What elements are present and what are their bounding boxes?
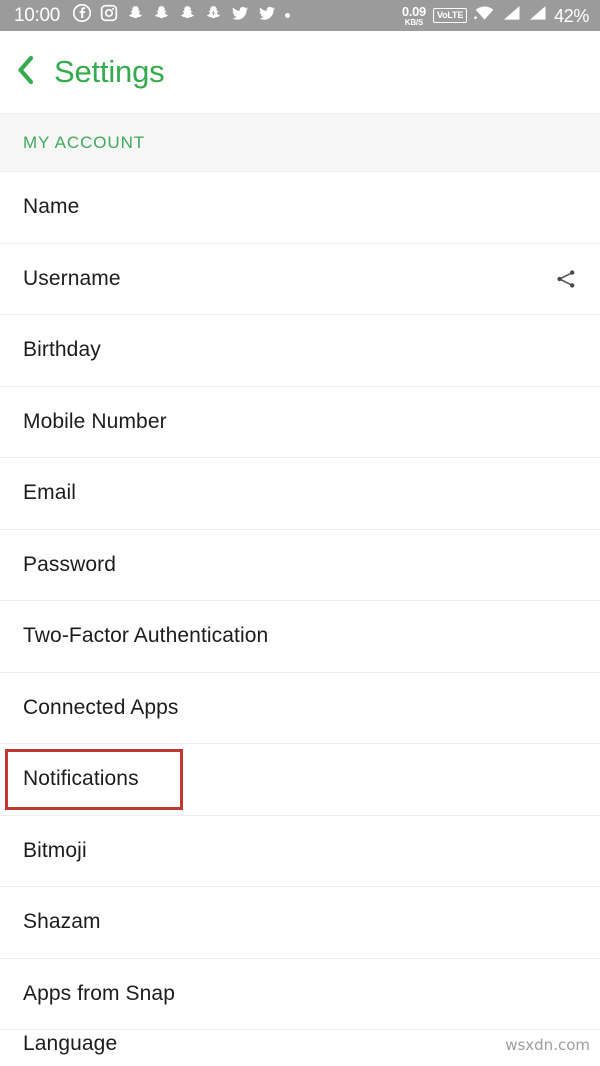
row-label: Shazam	[23, 910, 101, 934]
settings-row-apps-from-snap[interactable]: Apps from Snap	[0, 958, 600, 1030]
row-label: Connected Apps	[23, 695, 179, 719]
snapchat-ghost-icon	[153, 4, 170, 27]
notification-icons	[72, 3, 291, 27]
settings-row-birthday[interactable]: Birthday	[0, 315, 600, 387]
row-label: Bitmoji	[23, 838, 87, 862]
nav-header: Settings	[0, 31, 600, 113]
more-dot-icon	[285, 13, 291, 18]
section-header-my-account: MY ACCOUNT	[0, 113, 600, 172]
chevron-left-icon	[14, 54, 36, 91]
settings-screen: 10:00 0.09 KB/S VoLTE 42% Settings MY AC…	[0, 0, 600, 1066]
settings-row-password[interactable]: Password	[0, 529, 600, 601]
wifi-icon	[474, 5, 495, 26]
network-speed-indicator: 0.09 KB/S	[402, 5, 426, 27]
row-label: Name	[23, 195, 80, 219]
row-label: Notifications	[23, 767, 139, 791]
volte-badge: VoLTE	[433, 8, 468, 23]
watermark: wsxdn.com	[505, 1036, 590, 1054]
settings-row-shazam[interactable]: Shazam	[0, 887, 600, 959]
settings-row-two-factor-authentication[interactable]: Two-Factor Authentication	[0, 601, 600, 673]
facebook-icon	[72, 3, 92, 27]
snapchat-bolt-icon	[205, 4, 222, 27]
row-label: Password	[23, 552, 117, 576]
settings-row-connected-apps[interactable]: Connected Apps	[0, 672, 600, 744]
settings-row-bitmoji[interactable]: Bitmoji	[0, 815, 600, 887]
settings-row-username[interactable]: Username	[0, 243, 600, 315]
snapchat-ghost-icon	[179, 4, 196, 27]
share-icon[interactable]	[554, 267, 578, 291]
settings-row-name[interactable]: Name	[0, 172, 600, 244]
row-label: Email	[23, 481, 77, 505]
settings-row-email[interactable]: Email	[0, 458, 600, 530]
network-speed-unit: KB/S	[404, 17, 424, 27]
status-right-cluster: 0.09 KB/S VoLTE 42%	[402, 5, 590, 27]
signal-bars-icon	[502, 5, 521, 26]
row-label: Mobile Number	[23, 409, 167, 433]
settings-list: Name Username Birthday Mobile Number Ema…	[0, 172, 600, 1060]
settings-row-notifications[interactable]: Notifications	[0, 744, 600, 816]
section-header-label: MY ACCOUNT	[23, 132, 146, 152]
row-label: Username	[23, 266, 121, 290]
page-title: Settings	[54, 54, 165, 89]
back-button[interactable]	[14, 53, 48, 91]
row-label: Two-Factor Authentication	[23, 624, 269, 648]
twitter-bird-icon	[258, 4, 276, 27]
settings-row-mobile-number[interactable]: Mobile Number	[0, 386, 600, 458]
status-bar: 10:00 0.09 KB/S VoLTE 42%	[0, 0, 600, 31]
snapchat-ghost-icon	[127, 4, 144, 27]
instagram-icon	[100, 4, 118, 27]
twitter-bird-icon	[231, 4, 249, 27]
row-label: Birthday	[23, 338, 101, 362]
network-speed-value: 0.09	[401, 3, 426, 19]
battery-percentage: 42%	[554, 5, 589, 26]
status-clock: 10:00	[14, 5, 61, 26]
signal-bars-icon	[528, 5, 547, 26]
row-label: Language	[23, 1032, 118, 1055]
row-label: Apps from Snap	[23, 981, 175, 1005]
